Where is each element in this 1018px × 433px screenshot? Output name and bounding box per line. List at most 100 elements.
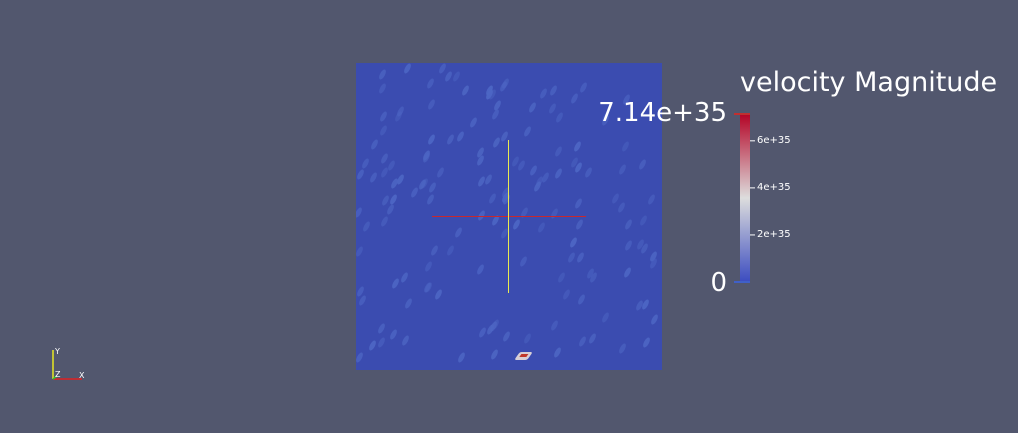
field-streak bbox=[388, 328, 399, 341]
field-streak bbox=[395, 173, 406, 186]
colorbar-tick-label: 6e+35 bbox=[757, 134, 791, 146]
orientation-axes-icon bbox=[52, 350, 82, 380]
field-streak bbox=[616, 201, 627, 214]
field-streak bbox=[435, 166, 446, 179]
field-streak bbox=[368, 171, 379, 184]
field-streak bbox=[620, 140, 631, 153]
field-streak bbox=[617, 163, 628, 176]
field-streak bbox=[379, 215, 390, 228]
field-streak bbox=[518, 255, 529, 268]
field-streak bbox=[641, 336, 652, 349]
field-streak bbox=[610, 192, 621, 205]
field-streak bbox=[553, 145, 564, 158]
orientation-axes-widget[interactable]: Y Z X bbox=[40, 343, 90, 388]
field-streak bbox=[377, 68, 388, 81]
field-streak bbox=[556, 271, 567, 284]
probe-line-x[interactable] bbox=[432, 216, 586, 217]
axis-x-label: X bbox=[79, 371, 85, 380]
field-streak bbox=[429, 244, 440, 257]
field-streak bbox=[540, 171, 551, 184]
field-streak bbox=[423, 260, 434, 273]
field-streak bbox=[460, 84, 471, 97]
field-streak bbox=[623, 239, 634, 252]
field-streak bbox=[522, 332, 533, 345]
field-streak bbox=[425, 193, 436, 206]
field-streak bbox=[455, 130, 466, 143]
field-streak bbox=[399, 271, 410, 284]
field-streak bbox=[576, 293, 587, 306]
high-velocity-particle-core bbox=[519, 354, 529, 357]
field-streak bbox=[568, 236, 579, 249]
field-streak bbox=[569, 92, 580, 105]
field-streak bbox=[646, 193, 657, 206]
field-streak bbox=[386, 159, 397, 172]
colorbar-tick-label: 4e+35 bbox=[757, 181, 791, 193]
field-streak bbox=[487, 192, 498, 205]
field-streak bbox=[356, 351, 365, 364]
field-streak bbox=[583, 166, 594, 179]
field-streak bbox=[451, 70, 462, 83]
field-streak bbox=[572, 140, 583, 153]
field-streak bbox=[573, 197, 584, 210]
field-streak bbox=[528, 164, 539, 177]
field-streak bbox=[547, 102, 558, 115]
field-streak bbox=[385, 203, 396, 216]
field-streak bbox=[623, 218, 634, 231]
field-streak bbox=[377, 82, 388, 95]
field-streak bbox=[402, 63, 413, 75]
field-streak bbox=[574, 218, 585, 231]
render-viewport[interactable]: velocity Magnitude 7.14e+35 0 6e+35 4e+35… bbox=[0, 0, 1018, 433]
field-streak bbox=[437, 63, 448, 75]
field-streak bbox=[566, 251, 577, 264]
field-streak bbox=[548, 84, 559, 97]
field-streak bbox=[490, 108, 501, 121]
field-streak bbox=[527, 101, 538, 114]
field-streak bbox=[638, 214, 649, 227]
field-streak bbox=[456, 351, 467, 364]
field-streak bbox=[445, 133, 456, 146]
field-streak bbox=[549, 207, 560, 220]
field-streak bbox=[491, 136, 502, 149]
legend-min-label: 0 bbox=[710, 268, 727, 298]
colorbar-tick-marks bbox=[750, 140, 755, 236]
field-streak bbox=[356, 206, 364, 219]
legend-max-label: 7.14e+35 bbox=[598, 98, 727, 128]
field-streak bbox=[622, 266, 633, 279]
field-streak bbox=[489, 348, 500, 361]
field-streak bbox=[538, 87, 549, 100]
axis-y-label: Y bbox=[55, 347, 60, 356]
field-streak bbox=[378, 110, 389, 123]
field-streak bbox=[400, 334, 411, 347]
field-streak bbox=[426, 133, 437, 146]
colorbar-tick-label: 2e+35 bbox=[757, 228, 791, 240]
field-streak bbox=[360, 157, 371, 170]
field-streak bbox=[475, 263, 486, 276]
field-streak bbox=[376, 322, 387, 335]
field-streak bbox=[445, 244, 456, 257]
field-streak bbox=[553, 167, 564, 180]
field-streak bbox=[649, 313, 660, 326]
field-streak bbox=[443, 70, 454, 83]
field-streak bbox=[549, 319, 560, 332]
field-streak bbox=[522, 125, 533, 138]
field-streak bbox=[433, 288, 444, 301]
probe-line-y[interactable] bbox=[508, 140, 509, 293]
field-streak bbox=[554, 111, 565, 124]
field-streak bbox=[511, 218, 522, 231]
field-streak bbox=[536, 221, 547, 234]
field-streak bbox=[403, 297, 414, 310]
field-streak bbox=[453, 226, 464, 239]
field-streak bbox=[600, 311, 611, 324]
field-streak bbox=[637, 158, 648, 171]
field-streak bbox=[427, 181, 438, 194]
colorbar-gradient bbox=[740, 114, 750, 282]
field-streak bbox=[561, 288, 572, 301]
field-streak bbox=[419, 177, 430, 190]
field-streak bbox=[468, 116, 479, 129]
axis-z-label: Z bbox=[55, 370, 61, 379]
field-streak bbox=[395, 105, 406, 118]
field-streak bbox=[356, 245, 365, 258]
field-streak bbox=[552, 346, 563, 359]
field-streak bbox=[575, 251, 586, 264]
field-streak bbox=[587, 332, 598, 345]
